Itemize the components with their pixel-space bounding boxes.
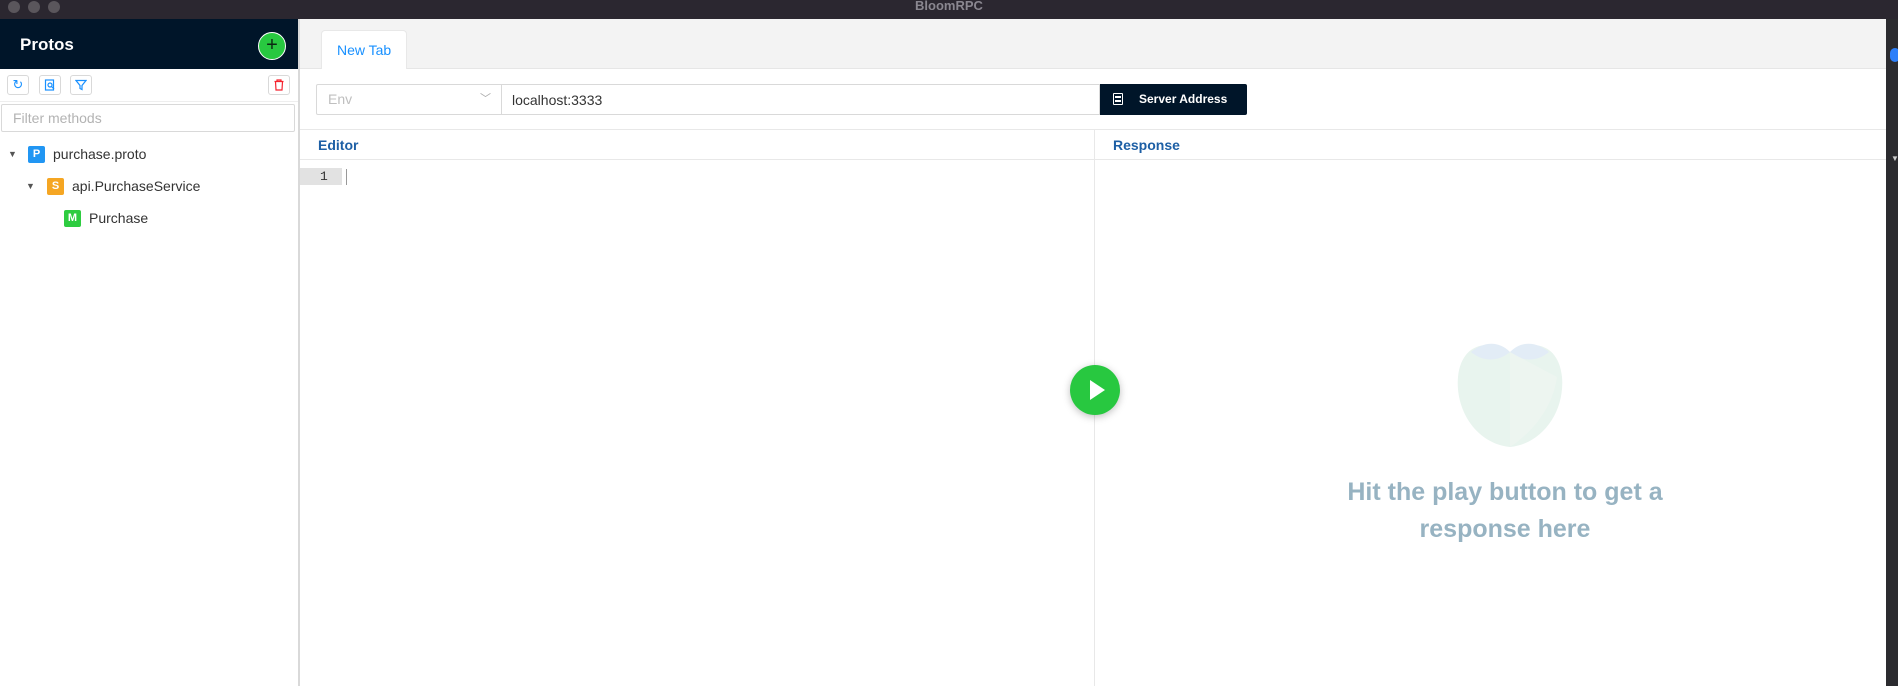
bloom-logo-icon <box>1457 343 1563 447</box>
chevron-down-icon: ﹀ <box>480 93 491 105</box>
server-address-label: Server Address <box>1139 92 1228 106</box>
tab-new-tab[interactable]: New Tab <box>321 30 408 69</box>
server-address-input[interactable] <box>502 84 1100 115</box>
tree-item-method[interactable]: M Purchase <box>64 204 148 232</box>
import-path-icon <box>44 79 55 91</box>
window-title: BloomRPC <box>915 0 983 13</box>
method-badge: M <box>64 209 81 227</box>
tree-item-label: purchase.proto <box>53 146 147 162</box>
line-number: 1 <box>320 169 328 184</box>
sidebar-toolbar: ↻ <box>0 69 298 102</box>
env-placeholder: Env <box>328 91 353 107</box>
delete-all-button[interactable] <box>268 75 290 95</box>
editor-heading: Editor <box>300 130 1094 160</box>
filter-methods-input[interactable] <box>1 104 295 132</box>
caret-down-icon: ▼ <box>1891 154 1898 163</box>
tree-item-label: Purchase <box>89 210 149 226</box>
tree-item-label: api.PurchaseService <box>72 178 201 194</box>
filter-button[interactable] <box>70 75 92 95</box>
reload-button[interactable]: ↻ <box>7 75 29 95</box>
window-titlebar: BloomRPC <box>0 0 1898 20</box>
plus-icon: + <box>266 34 278 56</box>
caret-down-icon[interactable]: ▼ <box>8 149 22 159</box>
delete-icon <box>274 79 284 91</box>
caret-down-icon[interactable]: ▼ <box>26 181 40 191</box>
tree-item-service[interactable]: ▼ S api.PurchaseService <box>26 172 200 200</box>
sidebar-title: Protos <box>20 35 74 54</box>
scroll-indicator[interactable] <box>1890 48 1898 62</box>
main-panel: New Tab Env ﹀ Server Address Editor Resp… <box>300 19 1886 686</box>
play-icon <box>1090 380 1105 400</box>
reload-icon: ↻ <box>12 77 24 92</box>
filter-icon <box>74 79 88 91</box>
server-address-button[interactable]: Server Address <box>1100 84 1247 115</box>
right-edge-strip: ▼ <box>1886 19 1898 686</box>
tree-item-proto-file[interactable]: ▼ P purchase.proto <box>8 140 146 168</box>
database-icon <box>1113 93 1123 105</box>
tab-bar: New Tab <box>300 19 1886 69</box>
editor-cursor[interactable] <box>346 169 347 185</box>
sidebar-header: Protos + <box>0 19 298 69</box>
proto-file-badge: P <box>28 145 45 163</box>
service-badge: S <box>47 177 64 195</box>
line-number-gutter: 1 <box>300 168 342 185</box>
import-paths-button[interactable] <box>39 75 61 95</box>
env-select[interactable]: Env ﹀ <box>316 84 502 115</box>
response-heading: Response <box>1095 130 1886 160</box>
empty-response-message: Hit the play button to get a response he… <box>1347 478 1663 543</box>
add-proto-button[interactable]: + <box>258 32 286 60</box>
sidebar: Protos + ↻ ▼ P purchase.p <box>0 19 300 686</box>
play-button[interactable] <box>1070 365 1120 415</box>
